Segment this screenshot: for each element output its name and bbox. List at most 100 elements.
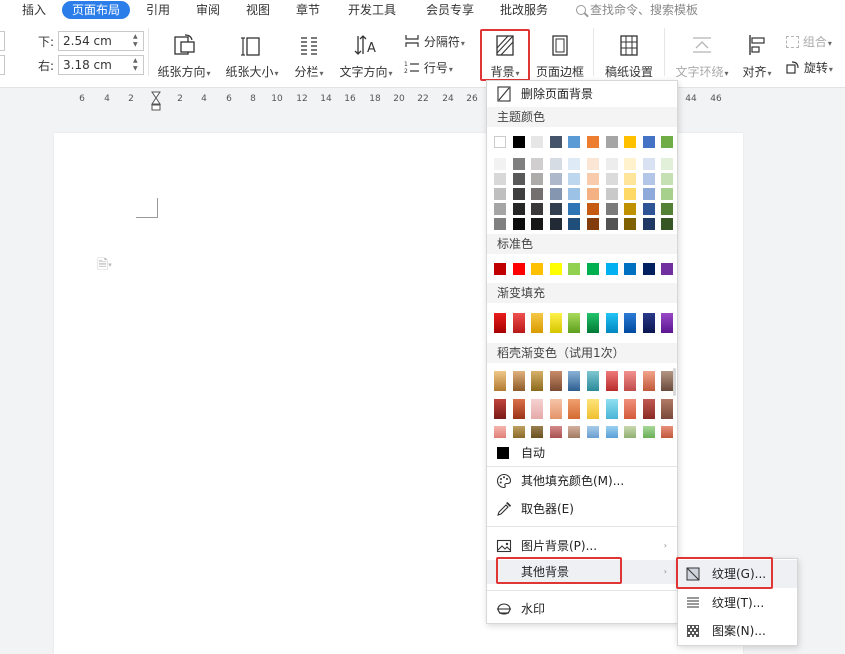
theme-shade-swatch[interactable] <box>642 203 655 215</box>
theme-shade-swatch[interactable] <box>587 158 599 170</box>
theme-shade-swatch[interactable] <box>494 188 506 200</box>
theme-shade-swatch[interactable] <box>549 218 562 230</box>
breaks-button[interactable]: 分隔符▾ <box>404 33 474 50</box>
theme-shade-swatch[interactable] <box>642 188 655 200</box>
tab-insert[interactable]: 插入 <box>22 1 46 19</box>
command-search[interactable]: 查找命令、搜索模板 <box>576 1 698 19</box>
theme-shade-swatch[interactable] <box>531 203 544 215</box>
gradient-swatch[interactable] <box>549 313 562 333</box>
gradient-swatch[interactable] <box>605 313 618 333</box>
text-direction-button[interactable]: A 文字方向▾ <box>336 32 396 80</box>
theme-shade-swatch[interactable] <box>494 158 506 170</box>
standard-color-swatch[interactable] <box>531 263 544 275</box>
theme-shade-swatch[interactable] <box>568 188 581 200</box>
text-wrap-button[interactable]: 文字环绕▾ <box>672 32 732 80</box>
gradient-swatch[interactable] <box>642 313 655 333</box>
docer-gradient-swatch[interactable] <box>512 426 525 438</box>
remove-background-item[interactable]: 删除页面背景 <box>487 82 677 106</box>
theme-shade-swatch[interactable] <box>494 203 506 215</box>
theme-shade-swatch[interactable] <box>568 158 581 170</box>
theme-shade-swatch[interactable] <box>512 218 525 230</box>
watermark-item[interactable]: 水印 <box>487 597 677 621</box>
tab-view[interactable]: 视图 <box>246 1 270 19</box>
auto-color-item[interactable]: 自动 <box>487 441 677 465</box>
theme-shade-swatch[interactable] <box>568 173 581 185</box>
theme-shade-swatch[interactable] <box>549 188 562 200</box>
docer-gradient-swatch[interactable] <box>605 371 618 391</box>
docer-gradient-swatch[interactable] <box>642 426 655 438</box>
docer-gradient-swatch[interactable] <box>531 371 544 391</box>
columns-button[interactable]: 分栏▾ <box>290 32 328 80</box>
theme-color-swatch[interactable] <box>549 136 562 148</box>
line-numbers-button[interactable]: 1 2 行号▾ <box>404 59 474 76</box>
horizontal-ruler[interactable]: 6 4 2 2 4 6 8 10 12 14 16 18 20 22 24 26… <box>0 88 845 111</box>
theme-color-swatch[interactable] <box>624 136 637 148</box>
theme-shade-swatch[interactable] <box>661 188 674 200</box>
theme-shade-swatch[interactable] <box>605 188 618 200</box>
docer-gradient-swatch[interactable] <box>624 426 637 438</box>
theme-shade-swatch[interactable] <box>605 173 618 185</box>
theme-shade-swatch[interactable] <box>512 188 525 200</box>
theme-color-swatch[interactable] <box>587 136 599 148</box>
tab-review[interactable]: 审阅 <box>196 1 220 19</box>
theme-shade-swatch[interactable] <box>661 203 674 215</box>
gradient-swatch[interactable] <box>661 313 674 333</box>
gradient-swatch[interactable] <box>494 313 506 333</box>
theme-shade-swatch[interactable] <box>549 158 562 170</box>
top-margin-spinner-partial[interactable] <box>0 55 5 75</box>
docer-gradient-swatch[interactable] <box>549 371 562 391</box>
theme-shade-swatch[interactable] <box>531 188 544 200</box>
theme-shade-swatch[interactable] <box>624 158 637 170</box>
docer-gradient-swatch[interactable] <box>494 399 506 419</box>
bottom-margin-input[interactable]: 2.54 cm ▲ ▼ <box>58 31 144 51</box>
docer-gradient-swatch[interactable] <box>549 426 562 438</box>
tab-correction[interactable]: 批改服务 <box>500 1 548 19</box>
tab-member[interactable]: 会员专享 <box>426 1 474 19</box>
docer-gradient-scrollbar[interactable] <box>673 368 676 396</box>
picture-background-item[interactable]: 图片背景(P)... › <box>487 534 677 558</box>
theme-shade-swatch[interactable] <box>624 188 637 200</box>
docer-gradient-swatch[interactable] <box>624 371 637 391</box>
standard-color-swatch[interactable] <box>605 263 618 275</box>
docer-gradient-swatch[interactable] <box>549 399 562 419</box>
pattern-item[interactable]: 图案(N)... <box>678 617 797 645</box>
rotate-button[interactable]: 旋转▾ <box>786 59 844 76</box>
theme-color-swatch[interactable] <box>568 136 581 148</box>
theme-color-swatch[interactable] <box>494 136 506 148</box>
theme-shade-swatch[interactable] <box>494 173 506 185</box>
theme-shade-swatch[interactable] <box>512 158 525 170</box>
theme-shade-swatch[interactable] <box>587 203 599 215</box>
docer-gradient-swatch[interactable] <box>642 399 655 419</box>
docer-gradient-swatch[interactable] <box>587 399 599 419</box>
docer-gradient-swatch[interactable] <box>661 426 674 438</box>
theme-color-swatch[interactable] <box>531 136 544 148</box>
align-button[interactable]: 对齐▾ <box>740 32 774 80</box>
theme-shade-swatch[interactable] <box>568 218 581 230</box>
spinner-arrows-icon[interactable]: ▲ ▼ <box>133 57 141 73</box>
eyedropper-item[interactable]: 取色器(E) <box>487 497 677 521</box>
theme-color-swatch[interactable] <box>605 136 618 148</box>
spinner-arrows-icon[interactable]: ▲ ▼ <box>133 33 141 49</box>
docer-gradient-swatch[interactable] <box>624 399 637 419</box>
docer-gradient-swatch[interactable] <box>568 426 581 438</box>
theme-color-swatch[interactable] <box>661 136 674 148</box>
docer-gradient-swatch[interactable] <box>605 399 618 419</box>
theme-shade-swatch[interactable] <box>531 218 544 230</box>
theme-shade-swatch[interactable] <box>512 173 525 185</box>
group-button[interactable]: 组合▾ <box>786 33 844 50</box>
docer-gradient-swatch[interactable] <box>661 371 674 391</box>
theme-shade-swatch[interactable] <box>642 158 655 170</box>
theme-shade-swatch[interactable] <box>661 158 674 170</box>
paragraph-options-icon[interactable]: 🗎▾ <box>97 254 112 278</box>
theme-shade-swatch[interactable] <box>605 218 618 230</box>
theme-shade-swatch[interactable] <box>661 173 674 185</box>
more-fill-colors-item[interactable]: 其他填充颜色(M)... <box>487 469 677 493</box>
gradient-swatch[interactable] <box>531 313 544 333</box>
standard-color-swatch[interactable] <box>494 263 506 275</box>
gradient-swatch[interactable] <box>587 313 599 333</box>
theme-shade-swatch[interactable] <box>587 218 599 230</box>
gradient-swatch[interactable] <box>512 313 525 333</box>
standard-color-swatch[interactable] <box>624 263 637 275</box>
theme-shade-swatch[interactable] <box>587 173 599 185</box>
theme-shade-swatch[interactable] <box>605 203 618 215</box>
